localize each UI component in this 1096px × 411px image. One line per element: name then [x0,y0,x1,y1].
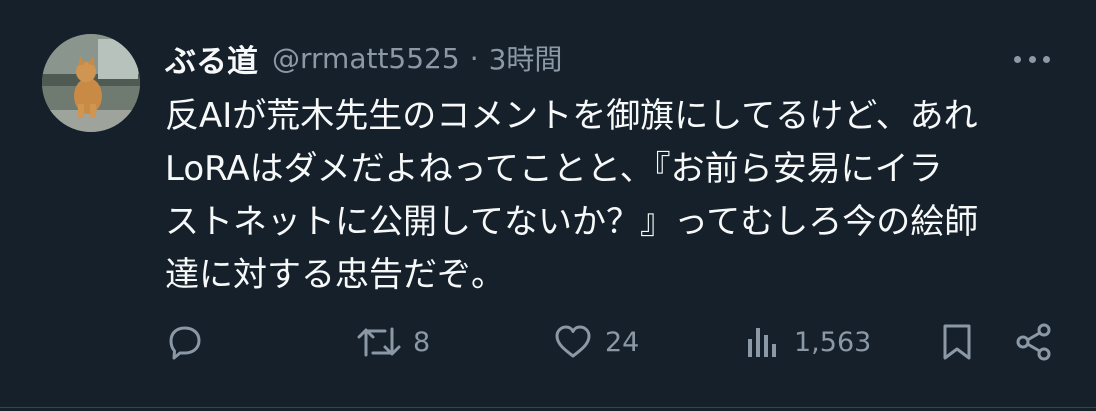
display-name[interactable]: ぶる道 [165,36,258,81]
tweet-text-line: 達に対する忠告だぞ。 [165,255,505,295]
timestamp[interactable]: 3時間 [489,38,563,78]
views-button[interactable]: 1,563 [744,318,871,366]
reply-button[interactable] [163,318,217,366]
more-options-button[interactable] [1014,46,1050,72]
tweet[interactable]: ぶる道 @rrmatt5525 · 3時間 反AIが荒木先生のコメントを御旗にし… [0,0,1096,411]
more-dot-icon [1014,55,1021,63]
retweet-button[interactable]: 8 [355,318,430,366]
like-count: 24 [605,326,640,358]
separator-dot: · [469,41,479,75]
share-button[interactable] [1012,318,1056,366]
tweet-text-line: ストネットに公開してないか？』ってむしろ今の絵師 [165,202,979,242]
retweet-count: 8 [413,326,431,358]
retweet-icon [357,327,401,357]
heart-icon [555,325,591,358]
avatar[interactable] [42,34,140,132]
bookmark-icon [943,324,971,360]
like-button[interactable]: 24 [551,318,639,366]
tweet-text-line: 反AIが荒木先生のコメントを御旗にしてるけど、あれ [165,96,978,136]
divider [0,407,1096,408]
tweet-text: 反AIが荒木先生のコメントを御旗にしてるけど、あれ LoRAはダメだよねってこと… [165,90,1065,302]
bookmark-button[interactable] [937,318,977,366]
share-icon [1016,323,1051,361]
views-count: 1,563 [794,326,872,358]
tweet-header: ぶる道 @rrmatt5525 · 3時間 [165,36,562,80]
more-dot-icon [1043,55,1050,63]
cat-photo-icon [42,34,140,132]
more-dot-icon [1028,55,1036,63]
action-bar: 8 24 1,563 [0,318,1096,366]
user-handle[interactable]: @rrmatt5525 [272,42,460,75]
reply-icon [169,326,201,360]
tweet-text-line: LoRAはダメだよねってことと、『お前ら安易にイラ [165,149,943,189]
views-chart-icon [748,328,776,357]
